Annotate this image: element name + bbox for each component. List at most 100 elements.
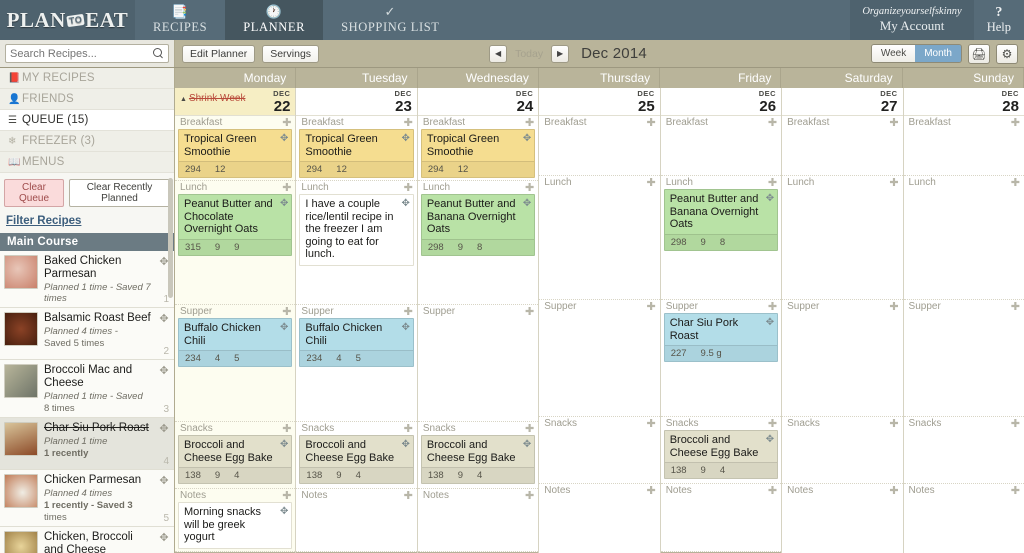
next-period-button[interactable]: ▶ xyxy=(551,44,570,63)
meal-card[interactable]: Broccoli and Cheese Egg Bake 138 9 4 ✥ xyxy=(178,435,293,484)
drag-handle-icon[interactable]: ✥ xyxy=(280,133,288,144)
drag-handle-icon[interactable]: ✥ xyxy=(523,133,531,144)
meal-card[interactable]: Buffalo Chicken Chili 234 4 5 ✥ xyxy=(299,318,414,367)
list-item[interactable]: Char Siu Pork Roast Planned 1 time 1 rec… xyxy=(0,418,174,470)
add-item-icon[interactable]: ✚ xyxy=(525,423,534,434)
add-item-icon[interactable]: ✚ xyxy=(404,306,413,317)
add-item-icon[interactable]: ✚ xyxy=(646,117,655,128)
meal-card[interactable]: Broccoli and Cheese Egg Bake 138 9 4 ✥ xyxy=(663,430,779,479)
drag-handle-icon[interactable]: ✥ xyxy=(280,439,288,450)
sidebar-item-queue[interactable]: ☰ QUEUE (15) xyxy=(0,110,174,131)
add-item-icon[interactable]: ✚ xyxy=(768,485,777,496)
nav-tab-recipes[interactable]: 📑 RECIPES xyxy=(135,0,225,40)
meal-card[interactable]: Tropical Green Smoothie 294 12 ✥ xyxy=(178,129,293,178)
filter-recipes-link[interactable]: Filter Recipes xyxy=(0,211,174,233)
add-item-icon[interactable]: ✚ xyxy=(889,301,898,312)
meal-card[interactable]: Tropical Green Smoothie 294 12 ✥ xyxy=(299,129,414,178)
drag-handle-icon[interactable]: ✥ xyxy=(401,198,409,209)
clear-queue-button[interactable]: Clear Queue xyxy=(4,179,65,207)
meal-card[interactable]: Char Siu Pork Roast 227 9.5 g ✥ xyxy=(663,313,779,362)
meal-card[interactable]: Broccoli and Cheese Egg Bake 138 9 4 ✥ xyxy=(299,435,414,484)
add-item-icon[interactable]: ✚ xyxy=(1011,485,1020,496)
add-item-icon[interactable]: ✚ xyxy=(282,117,291,128)
drag-handle-icon[interactable]: ✥ xyxy=(766,434,774,445)
drag-handle-icon[interactable]: ✥ xyxy=(766,193,774,204)
add-item-icon[interactable]: ✚ xyxy=(404,423,413,434)
list-item[interactable]: Balsamic Roast Beef Planned 4 times - Sa… xyxy=(0,308,174,360)
add-item-icon[interactable]: ✚ xyxy=(404,490,413,501)
my-account-menu[interactable]: Organizeyourselfskinny My Account xyxy=(850,0,974,40)
note-card[interactable]: Morning snacks will be greek yogurt ✥ xyxy=(178,502,293,549)
add-item-icon[interactable]: ✚ xyxy=(1011,117,1020,128)
add-item-icon[interactable]: ✚ xyxy=(889,418,898,429)
meal-card[interactable]: Tropical Green Smoothie 294 12 ✥ xyxy=(420,129,536,178)
add-item-icon[interactable]: ✚ xyxy=(404,182,413,193)
drag-handle-icon[interactable]: ✥ xyxy=(158,423,170,435)
help-button[interactable]: ? Help xyxy=(973,0,1024,40)
meal-card[interactable]: Peanut Butter and Chocolate Overnight Oa… xyxy=(178,194,293,256)
add-item-icon[interactable]: ✚ xyxy=(889,117,898,128)
drag-handle-icon[interactable]: ✥ xyxy=(280,506,288,517)
add-item-icon[interactable]: ✚ xyxy=(646,485,655,496)
drag-handle-icon[interactable]: ✥ xyxy=(523,198,531,209)
drag-handle-icon[interactable]: ✥ xyxy=(523,439,531,450)
view-toggle-week[interactable]: Week xyxy=(871,45,916,62)
list-item[interactable]: Chicken, Broccoli and Cheese Casserole ✥ xyxy=(0,527,174,553)
servings-button[interactable]: Servings xyxy=(262,44,320,63)
drag-handle-icon[interactable]: ✥ xyxy=(766,317,774,328)
add-item-icon[interactable]: ✚ xyxy=(525,490,534,501)
search-box[interactable] xyxy=(5,44,169,63)
add-item-icon[interactable]: ✚ xyxy=(282,182,291,193)
drag-handle-icon[interactable]: ✥ xyxy=(280,198,288,209)
app-logo[interactable]: PLAN TO EAT xyxy=(0,0,135,40)
clear-recently-planned-button[interactable]: Clear Recently Planned xyxy=(69,179,170,207)
list-item[interactable]: Broccoli Mac and Cheese Planned 1 time -… xyxy=(0,360,174,418)
sidebar-item-freezer[interactable]: ❄ FREEZER (3) xyxy=(0,131,174,152)
drag-handle-icon[interactable]: ✥ xyxy=(158,365,170,377)
add-item-icon[interactable]: ✚ xyxy=(282,306,291,317)
note-card[interactable]: I have a couple rice/lentil recipe in th… xyxy=(299,194,414,266)
nav-tab-shopping-list[interactable]: ✓ SHOPPING LIST xyxy=(323,0,457,40)
today-button[interactable]: Today xyxy=(507,46,551,62)
add-item-icon[interactable]: ✚ xyxy=(525,306,534,317)
add-item-icon[interactable]: ✚ xyxy=(525,117,534,128)
meal-card[interactable]: Peanut Butter and Banana Overnight Oats … xyxy=(420,194,536,256)
add-item-icon[interactable]: ✚ xyxy=(1011,418,1020,429)
drag-handle-icon[interactable]: ✥ xyxy=(280,322,288,333)
drag-handle-icon[interactable]: ✥ xyxy=(401,322,409,333)
list-item[interactable]: Baked Chicken Parmesan Planned 1 time - … xyxy=(0,251,174,308)
add-item-icon[interactable]: ✚ xyxy=(646,418,655,429)
add-item-icon[interactable]: ✚ xyxy=(768,177,777,188)
nav-tab-planner[interactable]: 🕐 PLANNER xyxy=(225,0,324,40)
search-input[interactable] xyxy=(10,47,153,60)
add-item-icon[interactable]: ✚ xyxy=(768,418,777,429)
add-item-icon[interactable]: ✚ xyxy=(282,490,291,501)
drag-handle-icon[interactable]: ✥ xyxy=(158,313,170,325)
print-button[interactable]: 🖨 xyxy=(968,43,990,64)
add-item-icon[interactable]: ✚ xyxy=(768,301,777,312)
add-item-icon[interactable]: ✚ xyxy=(282,423,291,434)
add-item-icon[interactable]: ✚ xyxy=(1011,301,1020,312)
meal-card[interactable]: Broccoli and Cheese Egg Bake 138 9 4 ✥ xyxy=(420,435,536,484)
add-item-icon[interactable]: ✚ xyxy=(1011,177,1020,188)
add-item-icon[interactable]: ✚ xyxy=(889,177,898,188)
meal-card[interactable]: Buffalo Chicken Chili 234 4 5 ✥ xyxy=(178,318,293,367)
search-icon[interactable] xyxy=(153,48,164,59)
add-item-icon[interactable]: ✚ xyxy=(404,117,413,128)
sidebar-item-friends[interactable]: 👤 FRIENDS xyxy=(0,89,174,110)
sidebar-scrollbar[interactable] xyxy=(168,178,173,298)
add-item-icon[interactable]: ✚ xyxy=(646,177,655,188)
meal-card[interactable]: Peanut Butter and Banana Overnight Oats … xyxy=(663,189,779,251)
settings-button[interactable]: ⚙ xyxy=(996,43,1018,64)
drag-handle-icon[interactable]: ✥ xyxy=(158,532,170,544)
drag-handle-icon[interactable]: ✥ xyxy=(158,475,170,487)
add-item-icon[interactable]: ✚ xyxy=(525,182,534,193)
sidebar-item-menus[interactable]: 📖 MENUS xyxy=(0,152,174,173)
list-item[interactable]: Chicken Parmesan Planned 4 times 1 recen… xyxy=(0,470,174,527)
edit-planner-button[interactable]: Edit Planner xyxy=(182,44,256,63)
shrink-week-link[interactable]: ▲ Shrink Week xyxy=(180,93,245,104)
prev-period-button[interactable]: ◀ xyxy=(489,44,508,63)
view-toggle-month[interactable]: Month xyxy=(915,45,961,62)
sidebar-item-my-recipes[interactable]: 📕 MY RECIPES xyxy=(0,68,174,89)
add-item-icon[interactable]: ✚ xyxy=(768,117,777,128)
